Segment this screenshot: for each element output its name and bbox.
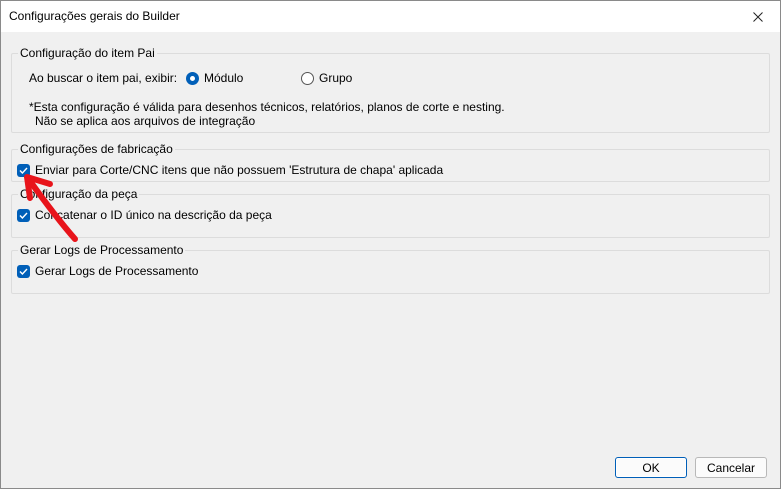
cancel-button-label: Cancelar — [706, 460, 756, 475]
concat-id-option[interactable]: Concatenar o ID único na descrição da pe… — [17, 208, 272, 222]
group-legend: Configurações de fabricação — [18, 142, 175, 156]
checkbox-label: Concatenar o ID único na descrição da pe… — [35, 208, 272, 222]
checkbox-checked[interactable] — [17, 208, 30, 222]
radio-indicator-checked[interactable] — [186, 71, 199, 85]
parent-item-group: Configuração do item Pai Ao buscar o ite… — [11, 46, 770, 133]
group-legend: Gerar Logs de Processamento — [18, 243, 186, 257]
config-note-line1: *Esta configuração é válida para desenho… — [29, 100, 505, 114]
radio-indicator-unchecked[interactable] — [301, 71, 314, 85]
title-bar: Configurações gerais do Builder — [1, 1, 780, 32]
generate-logs-option[interactable]: Gerar Logs de Processamento — [17, 264, 198, 278]
cancel-button[interactable]: Cancelar — [695, 457, 767, 478]
checkmark-icon — [19, 167, 28, 174]
search-label: Ao buscar o item pai, exibir: — [29, 71, 178, 85]
ok-button[interactable]: OK — [615, 457, 687, 478]
settings-dialog: Configurações gerais do Builder Configur… — [0, 0, 781, 489]
group-legend: Configuração da peça — [18, 187, 140, 201]
checkmark-icon — [19, 212, 28, 219]
checkbox-label: Gerar Logs de Processamento — [35, 264, 199, 278]
checkbox-checked[interactable] — [17, 163, 30, 177]
piece-group: Configuração da peça Concatenar o ID úni… — [11, 187, 770, 238]
fabrication-group: Configurações de fabricação Enviar para … — [11, 142, 770, 182]
logs-group: Gerar Logs de Processamento Gerar Logs d… — [11, 243, 770, 294]
radio-grupo[interactable]: Grupo — [301, 71, 352, 85]
search-option-row: Ao buscar o item pai, exibir: — [29, 71, 177, 85]
close-icon — [753, 11, 763, 22]
checkbox-checked[interactable] — [17, 264, 30, 278]
radio-label: Módulo — [204, 71, 244, 85]
send-to-cnc-option[interactable]: Enviar para Corte/CNC itens que não poss… — [17, 163, 443, 177]
close-button[interactable] — [736, 1, 780, 32]
ok-button-label: OK — [642, 460, 660, 475]
checkbox-label: Enviar para Corte/CNC itens que não poss… — [35, 163, 444, 177]
window-title: Configurações gerais do Builder — [9, 9, 180, 23]
checkmark-icon — [19, 268, 28, 275]
group-legend: Configuração do item Pai — [18, 46, 157, 60]
radio-label: Grupo — [319, 71, 353, 85]
config-note-line2: Não se aplica aos arquivos de integração — [35, 114, 256, 128]
radio-modulo[interactable]: Módulo — [186, 71, 243, 85]
